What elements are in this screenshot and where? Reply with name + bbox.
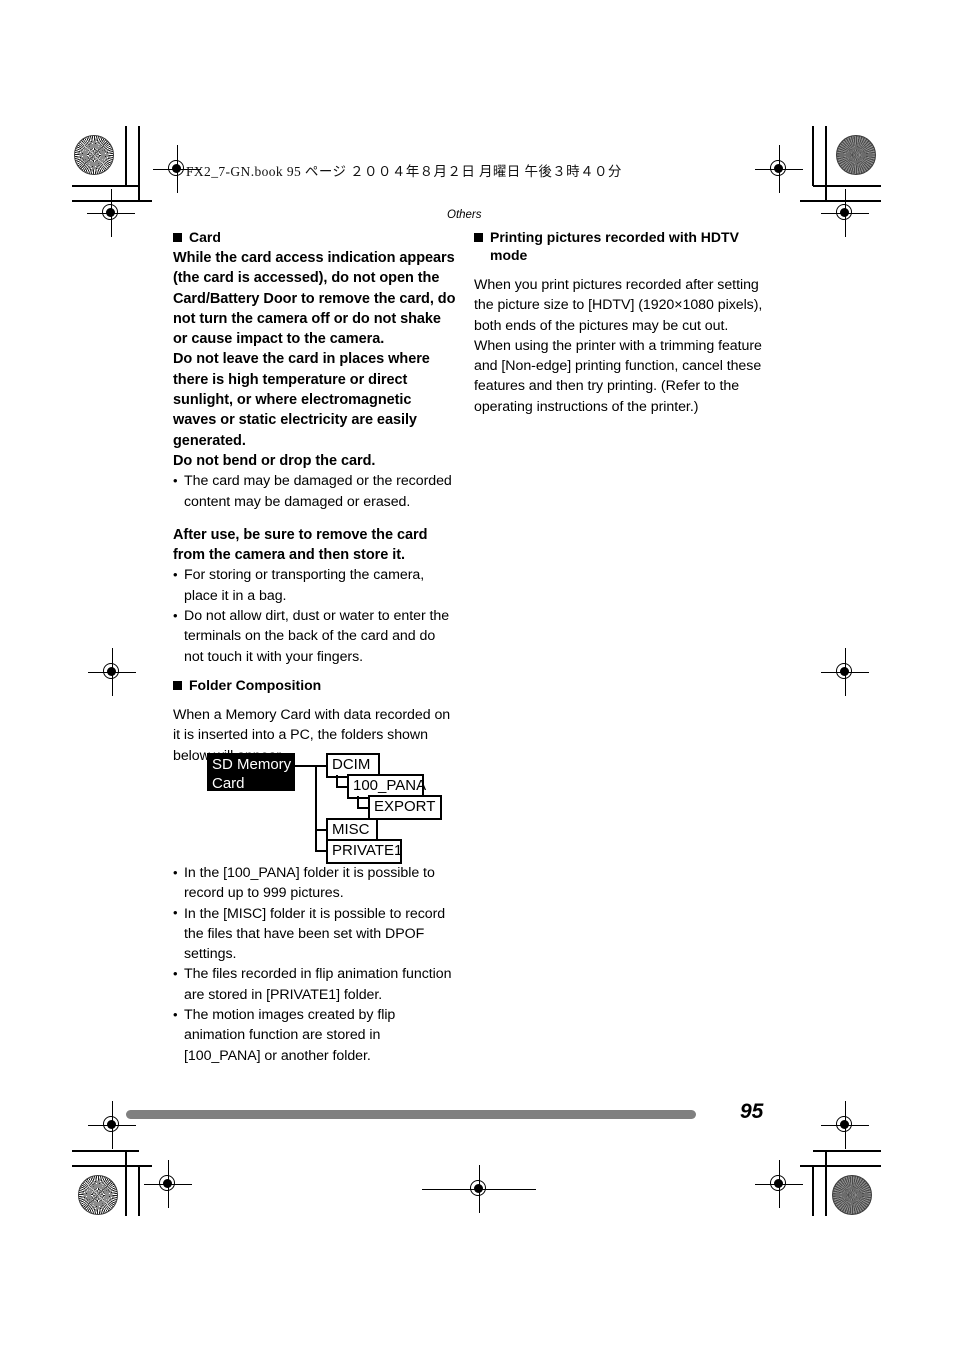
- list-item: Do not allow dirt, dust or water to ente…: [173, 606, 457, 667]
- bullet-square-icon: [173, 233, 182, 242]
- crop-line-top-left-h1: [72, 185, 139, 187]
- diagram-node-sd-memory-card: SD Memory Card: [207, 753, 295, 792]
- crop-line-bottom-left-h1: [72, 1150, 139, 1152]
- section-heading-card-label: Card: [189, 229, 221, 245]
- registration-starburst-top-left: [74, 135, 114, 175]
- card-bullet-list-1: The card may be damaged or the recorded …: [173, 471, 457, 512]
- hdtv-paragraph-1: When you print pictures recorded after s…: [474, 277, 763, 334]
- card-warning-paragraph-2: Do not leave the card in places where th…: [173, 351, 430, 449]
- crop-line-top-right-h1: [813, 185, 881, 187]
- crop-line-top-left-v1: [125, 126, 127, 186]
- list-item: For storing or transporting the camera, …: [173, 565, 457, 606]
- folder-structure-diagram: SD Memory Card DCIM 100_PANA EXPORT MISC …: [207, 753, 442, 864]
- registration-crosshair-mid-left: [88, 648, 136, 696]
- registration-crosshair-left-lower: [88, 1101, 136, 1149]
- card-warning-paragraph-3: Do not bend or drop the card.: [173, 452, 376, 469]
- crop-line-top-left-v2: [138, 126, 140, 201]
- print-job-header: FX2_7-GN.book 95 ページ ２００４年８月２日 月曜日 午後３時４…: [186, 164, 622, 179]
- left-column: Card While the card access indication ap…: [173, 228, 457, 766]
- list-item: The motion images created by flip animat…: [173, 1005, 457, 1066]
- registration-starburst-bottom-right: [832, 1175, 872, 1215]
- bullet-square-icon: [474, 233, 483, 242]
- diagram-node-private1: PRIVATE1: [326, 839, 402, 864]
- crop-line-bottom-right-h1: [813, 1150, 881, 1152]
- registration-crosshair-mid-right: [821, 648, 869, 696]
- registration-crosshair-bottom-right: [755, 1160, 803, 1208]
- section-heading-card: Card: [173, 228, 457, 246]
- list-item: The files recorded in flip animation fun…: [173, 964, 457, 1005]
- diagram-node-export: EXPORT: [368, 795, 442, 820]
- section-heading-hdtv-printing: Printing pictures recorded with HDTV mod…: [474, 228, 766, 264]
- tree-connector-root-horizontal: [295, 765, 317, 767]
- crop-line-bottom-right-v1: [825, 1150, 827, 1216]
- registration-crosshair-top-right: [755, 145, 803, 193]
- crop-line-bottom-left-v2: [138, 1165, 140, 1216]
- card-bullet-list-2: For storing or transporting the camera, …: [173, 565, 457, 666]
- list-item: The card may be damaged or the recorded …: [173, 471, 457, 512]
- crop-line-top-right-v2: [825, 126, 827, 201]
- section-heading-folder-composition: Folder Composition: [173, 676, 457, 694]
- folder-bullets-block: In the [100_PANA] folder it is possible …: [173, 863, 457, 1066]
- right-column: Printing pictures recorded with HDTV mod…: [474, 228, 766, 417]
- section-heading-folder-label: Folder Composition: [189, 676, 322, 693]
- crop-line-top-left-h2: [72, 200, 152, 202]
- registration-crosshair-bottom-left: [144, 1160, 192, 1208]
- bullet-square-icon: [173, 680, 182, 690]
- crop-line-bottom-left-v1: [125, 1150, 127, 1216]
- list-item: In the [MISC] folder it is possible to r…: [173, 903, 457, 965]
- registration-crosshair-right-lower: [821, 1101, 869, 1149]
- crop-line-bottom-right-v2: [812, 1165, 814, 1216]
- crop-line-top-right-h2: [800, 200, 881, 202]
- section-heading-hdtv-label: Printing pictures recorded with HDTV mod…: [490, 229, 739, 263]
- folder-bullet-list: In the [100_PANA] folder it is possible …: [173, 863, 457, 1066]
- card-warning-paragraph-1: While the card access indication appears…: [173, 250, 456, 348]
- card-storage-paragraph: After use, be sure to remove the card fr…: [173, 526, 428, 564]
- registration-starburst-top-right: [836, 135, 876, 175]
- crop-line-bottom-left-h2: [72, 1165, 152, 1167]
- footer-rule: [126, 1110, 696, 1119]
- tree-trunk-vertical: [315, 765, 317, 852]
- page-number: 95: [740, 1100, 764, 1123]
- hdtv-paragraph-2: When using the printer with a trimming f…: [474, 337, 762, 415]
- registration-starburst-bottom-left: [78, 1175, 118, 1215]
- running-head: Others: [447, 209, 482, 221]
- registration-crosshair-bottom-center: [422, 1165, 536, 1213]
- list-item: In the [100_PANA] folder it is possible …: [173, 863, 457, 904]
- crop-line-top-right-v1: [812, 126, 814, 186]
